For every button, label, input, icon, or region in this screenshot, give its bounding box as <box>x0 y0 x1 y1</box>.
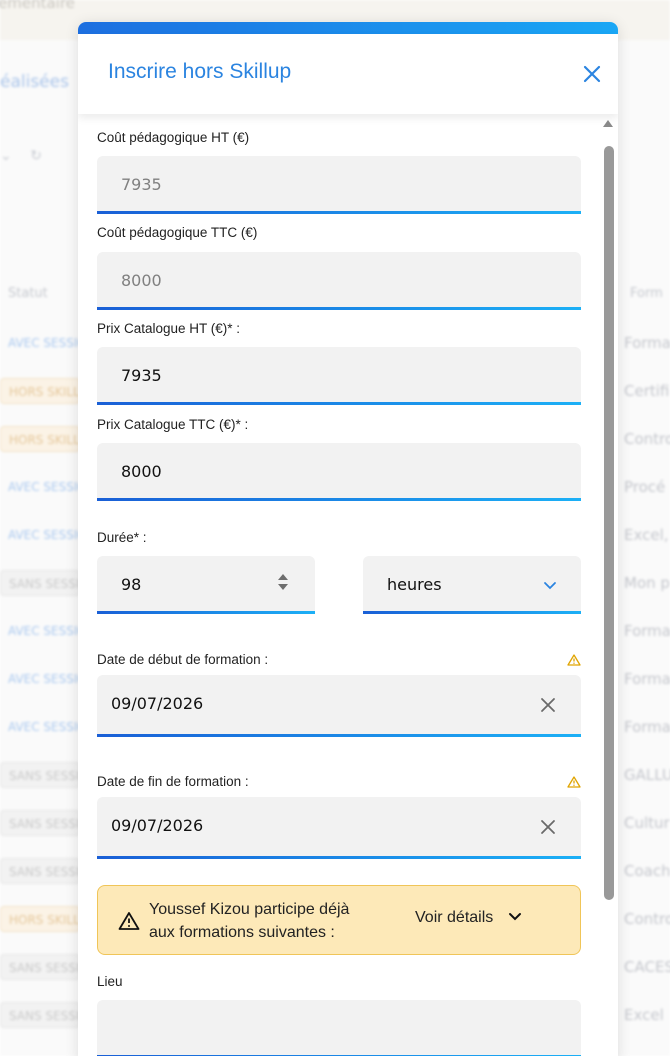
date-debut-field: Date de début de formation : 09/07/2026 <box>97 652 581 742</box>
cout-ttc-value: 8000 <box>121 271 162 290</box>
cout-ht-input[interactable]: 7935 <box>97 156 581 214</box>
close-icon[interactable] <box>580 62 604 86</box>
duree-unit-value: heures <box>387 575 442 594</box>
voir-details-label: Voir détails <box>415 909 494 926</box>
chevron-down-icon <box>508 913 521 921</box>
chevron-down-icon[interactable]: ⌄ <box>0 148 12 164</box>
prix-ttc-label: Prix Catalogue TTC (€)* : <box>97 417 249 432</box>
status-badge: AVEC SESSION <box>8 720 80 734</box>
warning-icon <box>567 776 581 788</box>
formation-name: Mon p <box>624 574 670 592</box>
alert-line-2: aux formations suivantes : <box>149 924 335 941</box>
modal-header: Inscrire hors Skillup <box>78 34 618 114</box>
lieu-field: Lieu <box>97 974 581 1056</box>
formation-name: Procé <box>624 478 666 496</box>
cout-ttc-label: Coût pédagogique TTC (€) <box>97 225 258 240</box>
clear-icon[interactable] <box>539 696 557 714</box>
formation-name: Cultur <box>624 814 670 832</box>
duree-label: Durée* : <box>97 530 147 545</box>
alert-line-1: Youssef Kizou participe déjà <box>149 901 350 918</box>
date-fin-input[interactable]: 09/07/2026 <box>97 797 581 859</box>
enroll-modal: Inscrire hors Skillup Coût pédagogique H… <box>78 22 618 1056</box>
status-badge: HORS SKILLUP <box>0 906 80 932</box>
formation-name: Excel, <box>624 526 669 544</box>
duree-value: 98 <box>121 575 142 594</box>
background-header-text: ementaire <box>0 0 75 12</box>
status-badge: SANS SESSION <box>0 810 80 836</box>
refresh-icon[interactable]: ↻ <box>30 148 42 164</box>
date-fin-label: Date de fin de formation : <box>97 774 249 789</box>
status-badge: AVEC SESSION <box>8 480 80 494</box>
duree-field: Durée* : 98 heures <box>97 530 581 620</box>
prix-ttc-value: 8000 <box>121 462 162 481</box>
formation-name: Forma <box>624 718 670 736</box>
modal-body: Coût pédagogique HT (€) 7935 Coût pédago… <box>78 114 618 1056</box>
voir-details-button[interactable]: Voir détails <box>415 909 522 927</box>
status-column-header[interactable]: Statut <box>8 286 48 301</box>
date-debut-value: 09/07/2026 <box>111 694 204 713</box>
warning-icon <box>118 912 140 930</box>
status-badge: HORS SKILLUP <box>0 378 80 404</box>
cout-ht-value: 7935 <box>121 175 162 194</box>
status-badge: AVEC SESSION <box>8 624 80 638</box>
status-badge: AVEC SESSION <box>8 672 80 686</box>
clear-icon[interactable] <box>539 818 557 836</box>
formation-name: Certifi <box>624 382 670 400</box>
prix-ttc-input[interactable]: 8000 <box>97 443 581 501</box>
background-tab[interactable]: éalisées <box>0 72 69 92</box>
formation-name: Contro <box>624 910 670 928</box>
formation-name: GALLU <box>624 766 670 784</box>
date-debut-input[interactable]: 09/07/2026 <box>97 675 581 737</box>
date-fin-field: Date de fin de formation : 09/07/2026 <box>97 774 581 864</box>
status-badge: SANS SESSION <box>0 954 80 980</box>
cout-ttc-field: Coût pédagogique TTC (€) 8000 <box>97 225 581 315</box>
chevron-down-icon <box>544 582 556 590</box>
modal-title: Inscrire hors Skillup <box>108 60 292 83</box>
modal-accent-bar <box>78 22 618 34</box>
formation-name: Forma <box>624 334 670 352</box>
prix-ht-field: Prix Catalogue HT (€)* : 7935 <box>97 321 581 411</box>
duree-input[interactable]: 98 <box>97 556 315 614</box>
status-badge: AVEC SESSION <box>8 528 80 542</box>
status-badge: SANS SESSION <box>0 1002 80 1028</box>
warning-icon <box>567 654 581 666</box>
status-badge: SANS SESSION <box>0 858 80 884</box>
formation-name: Coach <box>624 862 670 880</box>
status-badge: SANS SESSION <box>0 570 80 596</box>
status-badge: AVEC SESSION <box>8 336 80 350</box>
lieu-label: Lieu <box>97 974 123 989</box>
lieu-input[interactable] <box>97 1000 581 1056</box>
cout-ht-field: Coût pédagogique HT (€) 7935 <box>97 130 581 220</box>
date-fin-value: 09/07/2026 <box>111 816 204 835</box>
scrollbar-thumb[interactable] <box>604 146 614 900</box>
background-toolbar: ⌄ ↻ <box>0 148 42 164</box>
participation-alert: Youssef Kizou participe déjà aux formati… <box>97 885 581 955</box>
prix-ht-input[interactable]: 7935 <box>97 347 581 405</box>
scroll-up-icon[interactable] <box>603 120 613 127</box>
duree-unit-select[interactable]: heures <box>363 556 581 614</box>
formation-column-header[interactable]: Form <box>630 286 663 301</box>
cout-ht-label: Coût pédagogique HT (€) <box>97 130 250 145</box>
formation-name: Excel <box>624 1006 664 1024</box>
status-badge: SANS SESSION <box>0 762 80 788</box>
prix-ht-label: Prix Catalogue HT (€)* : <box>97 321 241 336</box>
date-debut-label: Date de début de formation : <box>97 652 269 667</box>
status-badge: HORS SKILLUP <box>0 426 80 452</box>
formation-name: Forma <box>624 622 670 640</box>
prix-ht-value: 7935 <box>121 366 162 385</box>
formation-name: CACES <box>624 958 670 976</box>
prix-ttc-field: Prix Catalogue TTC (€)* : 8000 <box>97 417 581 507</box>
formation-name: Forma <box>624 670 670 688</box>
alert-message: Youssef Kizou participe déjà aux formati… <box>149 898 349 944</box>
cout-ttc-input[interactable]: 8000 <box>97 252 581 310</box>
spinner-arrows-icon[interactable] <box>277 572 289 592</box>
formation-name: Contro <box>624 430 670 448</box>
